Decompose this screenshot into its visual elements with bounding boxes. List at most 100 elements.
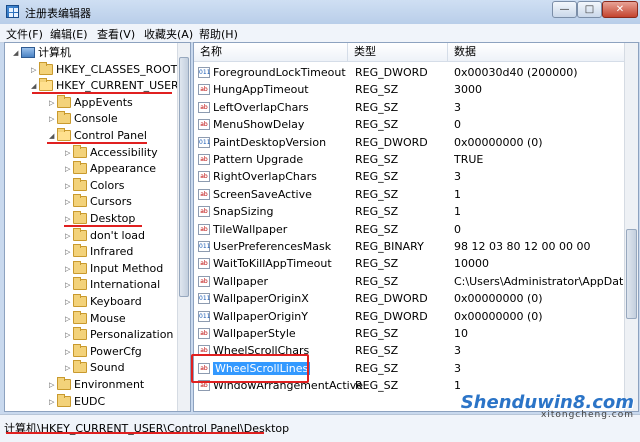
expanded-arrow-icon[interactable]: ◢ xyxy=(13,45,21,61)
tree-node[interactable]: ▷ Cursors xyxy=(65,194,132,210)
collapsed-arrow-icon[interactable]: ▷ xyxy=(65,145,73,161)
minimize-button[interactable]: — xyxy=(552,1,577,18)
tree-node[interactable]: ▷ AppEvents xyxy=(49,94,133,111)
value-row[interactable]: 011 PaintDesktopVersion REG_DWORD 0x0000000… xyxy=(194,134,624,151)
tree-node[interactable]: ▷ International xyxy=(65,277,160,293)
watermark: Shenduwin8.com xitongcheng.com xyxy=(461,392,634,420)
collapsed-arrow-icon[interactable]: ▷ xyxy=(49,95,57,111)
string-value-icon: ab xyxy=(198,188,210,200)
tree-node-label: Mouse xyxy=(90,311,126,325)
menu-help[interactable]: 帮助(H) xyxy=(199,26,238,42)
value-name: Wallpaper xyxy=(213,274,269,288)
value-row[interactable]: 011 WallpaperOriginY REG_DWORD 0x00000000 (… xyxy=(194,308,624,325)
value-row[interactable]: ab HungAppTimeout REG_SZ 3000 xyxy=(194,81,624,98)
folder-icon xyxy=(57,128,71,141)
window-title: 注册表编辑器 xyxy=(25,7,91,20)
collapsed-arrow-icon[interactable]: ▷ xyxy=(65,228,73,244)
collapsed-arrow-icon[interactable]: ▷ xyxy=(65,294,73,310)
value-row[interactable]: ab RightOverlapChars REG_SZ 3 xyxy=(194,168,624,185)
collapsed-arrow-icon[interactable]: ▷ xyxy=(49,394,57,410)
collapsed-arrow-icon[interactable]: ▷ xyxy=(65,344,73,360)
column-header-data[interactable]: 数据 xyxy=(448,43,624,61)
collapsed-arrow-icon[interactable]: ▷ xyxy=(65,261,73,277)
value-row[interactable]: 011 WallpaperOriginX REG_DWORD 0x00000000 (… xyxy=(194,290,624,307)
collapsed-arrow-icon[interactable]: ▷ xyxy=(65,244,73,260)
value-name: RightOverlapChars xyxy=(213,170,317,184)
menu-favorites[interactable]: 收藏夹(A) xyxy=(144,26,193,42)
collapsed-arrow-icon[interactable]: ▷ xyxy=(65,327,73,343)
tree-node-label: Accessibility xyxy=(90,145,158,159)
value-name: ForegroundLockTimeout xyxy=(213,66,346,79)
tree-node[interactable]: ▷ Console xyxy=(49,111,118,127)
tree-node[interactable]: ▷ EUDC xyxy=(49,393,105,410)
value-row[interactable]: ab LeftOverlapChars REG_SZ 3 xyxy=(194,99,624,116)
value-name: WaitToKillAppTimeout xyxy=(213,257,332,271)
collapsed-arrow-icon[interactable]: ▷ xyxy=(65,277,73,293)
tree-node[interactable]: ▷ Personalization xyxy=(65,327,173,343)
values-scrollbar[interactable] xyxy=(624,43,638,411)
value-name: ScreenSaveActive xyxy=(213,187,312,201)
tree-node[interactable]: ▷ Environment xyxy=(49,377,144,393)
collapsed-arrow-icon[interactable]: ▷ xyxy=(49,377,57,393)
values-scrollbar-thumb[interactable] xyxy=(626,229,637,319)
menu-file[interactable]: 文件(F) xyxy=(6,26,43,42)
tree-node[interactable]: ▷ Mouse xyxy=(65,310,126,327)
tree-node[interactable]: ▷ Accessibility xyxy=(65,144,158,161)
tree-node-label: Colors xyxy=(90,178,125,192)
value-name-cell: ab TileWallpaper xyxy=(194,221,352,238)
maximize-button[interactable]: □ xyxy=(577,1,602,18)
column-header-type[interactable]: 类型 xyxy=(348,43,448,61)
value-row[interactable]: 011 UserPreferencesMask REG_BINARY 98 12 03… xyxy=(194,238,624,255)
tree-node[interactable]: ▷ Keyboard xyxy=(65,294,142,310)
close-button[interactable]: ✕ xyxy=(602,1,638,18)
binary-value-icon: 011 xyxy=(198,241,211,252)
collapsed-arrow-icon[interactable]: ▷ xyxy=(65,194,73,210)
folder-icon xyxy=(73,260,87,274)
tree-scrollbar-thumb[interactable] xyxy=(179,57,189,297)
binary-value-icon: 011 xyxy=(198,293,211,305)
value-row[interactable]: ab TileWallpaper REG_SZ 0 xyxy=(194,221,624,238)
value-row[interactable]: ab SnapSizing REG_SZ 1 xyxy=(194,203,624,220)
value-data: C:\Users\Administrator\AppData\ xyxy=(454,274,624,288)
folder-icon xyxy=(73,327,87,341)
tree-node[interactable]: ◢ 计算机 xyxy=(13,45,71,61)
collapsed-arrow-icon[interactable]: ▷ xyxy=(65,161,73,177)
folder-icon xyxy=(57,393,71,407)
tree-node-label: Control Panel xyxy=(74,129,147,142)
column-header-name[interactable]: 名称 xyxy=(194,43,348,61)
tree-node[interactable]: ▷ Infrared xyxy=(65,244,133,260)
collapsed-arrow-icon[interactable]: ▷ xyxy=(31,62,39,78)
tree-node[interactable]: ▷ Colors xyxy=(65,177,125,194)
value-row[interactable]: 011 ForegroundLockTimeout REG_DWORD 0x00030… xyxy=(194,64,624,81)
value-row[interactable]: ab WallpaperStyle REG_SZ 10 xyxy=(194,325,624,342)
collapsed-arrow-icon[interactable]: ▷ xyxy=(65,311,73,327)
value-type: REG_SZ xyxy=(355,100,399,114)
value-row[interactable]: ab MenuShowDelay REG_SZ 0 xyxy=(194,116,624,133)
tree-node[interactable]: ▷ don't load xyxy=(65,227,145,244)
value-data: 98 12 03 80 12 00 00 00 xyxy=(454,240,591,253)
string-value-icon: ab xyxy=(198,328,210,339)
menu-view[interactable]: 查看(V) xyxy=(97,26,135,42)
tree-node-label: Infrared xyxy=(90,245,134,259)
value-row[interactable]: ab Pattern Upgrade REG_SZ TRUE xyxy=(194,151,624,168)
tree-node[interactable]: ▷ Appearance xyxy=(65,161,156,177)
menu-edit[interactable]: 编辑(E) xyxy=(50,26,88,42)
tree-node[interactable]: ▷ Input Method xyxy=(65,260,163,277)
tree-scrollbar[interactable] xyxy=(177,43,190,411)
collapsed-arrow-icon[interactable]: ▷ xyxy=(49,111,57,127)
collapsed-arrow-icon[interactable]: ▷ xyxy=(65,178,73,194)
key-tree-pane[interactable]: ◢ 计算机 ▷ HKEY_CLASSES_ROOT ◢ HKEY_CURRENT_USER… xyxy=(4,42,191,412)
string-value-icon: ab xyxy=(198,275,210,287)
tree-node[interactable]: ▷ PowerCfg xyxy=(65,343,142,360)
tree-node[interactable]: ▷ HKEY_CLASSES_ROOT xyxy=(31,61,177,78)
tree-node[interactable]: ▷ Sound xyxy=(65,360,125,376)
highlight-underline xyxy=(64,225,142,227)
tree-node-label: Sound xyxy=(90,361,125,375)
value-type: REG_BINARY xyxy=(355,240,424,253)
value-row[interactable]: ab ScreenSaveActive REG_SZ 1 xyxy=(194,186,624,203)
collapsed-arrow-icon[interactable]: ▷ xyxy=(65,360,73,376)
value-row[interactable]: ab WaitToKillAppTimeout REG_SZ 10000 xyxy=(194,255,624,272)
tree-node-label: Keyboard xyxy=(90,295,142,308)
tree-node-label: Cursors xyxy=(90,195,132,209)
value-row[interactable]: ab Wallpaper REG_SZ C:\Users\Administrator\… xyxy=(194,273,624,290)
